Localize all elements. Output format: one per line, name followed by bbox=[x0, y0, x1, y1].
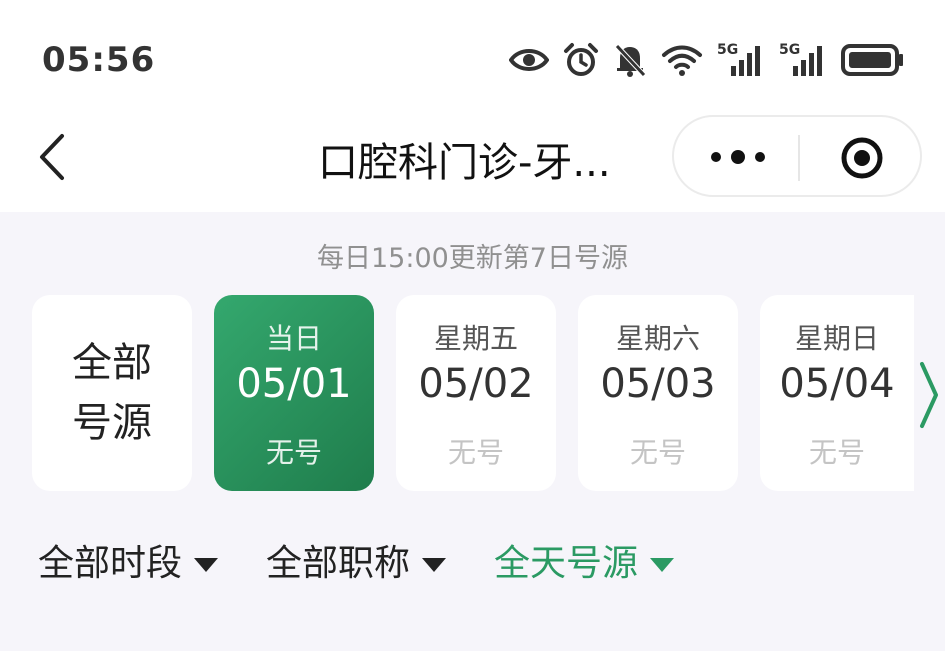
all-sources-line2: 号源 bbox=[72, 400, 152, 446]
signal-5g-icon: 5G bbox=[717, 42, 765, 78]
chevron-right-icon bbox=[918, 362, 940, 434]
date-card-date: 05/04 bbox=[779, 361, 895, 407]
back-button[interactable] bbox=[30, 132, 74, 182]
date-card-status: 无号 bbox=[447, 436, 504, 469]
all-sources-card[interactable]: 全部 号源 bbox=[32, 295, 192, 491]
date-card-0504[interactable]: 星期日 05/04 无号 bbox=[760, 295, 914, 491]
date-card-status: 无号 bbox=[808, 436, 865, 469]
date-card-status: 无号 bbox=[629, 436, 686, 469]
alarm-icon bbox=[563, 42, 599, 78]
capsule-divider bbox=[798, 135, 800, 181]
caret-down-icon bbox=[194, 540, 219, 581]
more-dots-icon[interactable] bbox=[708, 145, 768, 173]
date-card-date: 05/03 bbox=[600, 361, 716, 407]
date-card-weekday: 星期五 bbox=[433, 322, 518, 355]
filter-job-title[interactable]: 全部职称 bbox=[266, 534, 447, 586]
all-sources-line1: 全部 bbox=[72, 340, 152, 386]
date-card-weekday: 星期六 bbox=[615, 322, 700, 355]
date-card-0501[interactable]: 当日 05/01 无号 bbox=[214, 295, 374, 491]
filter-all-day-sources[interactable]: 全天号源 bbox=[494, 534, 675, 586]
target-close-icon[interactable] bbox=[840, 136, 884, 184]
date-card-status: 无号 bbox=[265, 436, 322, 469]
signal-5g-icon: 5G bbox=[779, 42, 827, 78]
page-title: 口腔科门诊-牙... bbox=[318, 140, 611, 186]
date-card-date: 05/01 bbox=[236, 361, 352, 407]
caret-down-icon bbox=[422, 540, 447, 581]
caret-down-icon bbox=[650, 540, 675, 581]
filter-label: 全部职称 bbox=[266, 543, 411, 584]
mini-program-capsule bbox=[672, 115, 922, 197]
date-card-weekday: 星期日 bbox=[794, 322, 879, 355]
bell-off-icon bbox=[613, 42, 647, 78]
status-time: 05:56 bbox=[42, 40, 156, 80]
status-icons: 5G 5G bbox=[509, 40, 905, 80]
filter-label: 全天号源 bbox=[494, 543, 639, 584]
filter-time-period[interactable]: 全部时段 bbox=[38, 534, 219, 586]
battery-icon bbox=[841, 44, 905, 76]
date-card-0503[interactable]: 星期六 05/03 无号 bbox=[578, 295, 738, 491]
chevron-left-icon bbox=[30, 134, 74, 186]
update-notice: 每日15:00更新第7日号源 bbox=[317, 243, 628, 274]
date-card-0502[interactable]: 星期五 05/02 无号 bbox=[396, 295, 556, 491]
eye-icon bbox=[509, 46, 549, 74]
next-dates-button[interactable] bbox=[918, 360, 940, 434]
filter-bar: 全部时段 全部职称 全天号源 bbox=[38, 535, 722, 585]
date-card-weekday: 当日 bbox=[265, 322, 322, 355]
wifi-icon bbox=[661, 43, 703, 77]
date-card-date: 05/02 bbox=[418, 361, 534, 407]
filter-label: 全部时段 bbox=[38, 543, 183, 584]
